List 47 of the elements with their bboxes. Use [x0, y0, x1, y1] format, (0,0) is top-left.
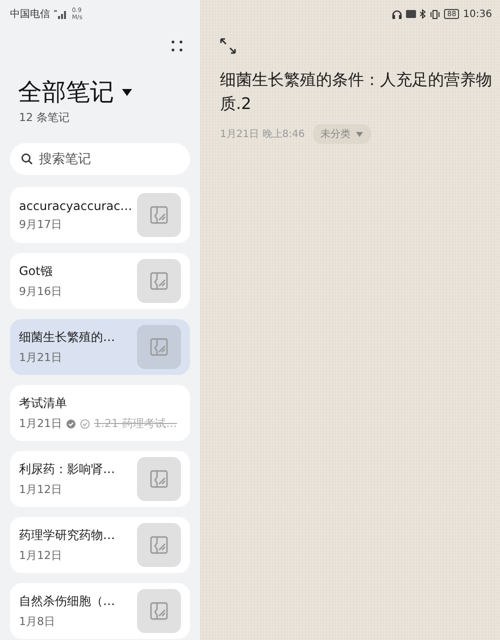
- hd-icon: [406, 10, 416, 18]
- search-icon: [21, 153, 33, 165]
- note-card[interactable]: 药理学研究药物… 1月12日: [10, 517, 190, 573]
- note-card[interactable]: accuracyaccurac… 9月17日: [10, 187, 190, 243]
- note-date: 1月12日: [19, 482, 62, 497]
- note-title: 考试清单: [19, 395, 68, 412]
- clock-time: 10:36: [463, 8, 492, 20]
- check-circle-icon: [80, 418, 90, 428]
- note-card[interactable]: 考试清单 1月21日 1.21 药理考试…: [10, 385, 190, 441]
- dropdown-caret-icon[interactable]: [122, 88, 132, 96]
- note-count: 12 条笔记: [18, 110, 70, 125]
- note-title: accuracyaccurac…: [19, 198, 134, 212]
- bluetooth-icon: [420, 9, 426, 19]
- note-card[interactable]: 细菌生长繁殖的… 1月21日: [10, 319, 190, 375]
- vibrate-icon: [430, 10, 440, 18]
- image-placeholder-icon: [149, 601, 169, 621]
- carrier-name: 中国电信: [10, 8, 50, 21]
- note-title: Got镪: [19, 263, 54, 280]
- headphones-icon: [392, 10, 402, 18]
- caret-icon: [356, 132, 363, 136]
- image-placeholder-icon: [149, 469, 169, 489]
- note-timestamp: 1月21日 晚上8:46: [220, 128, 305, 141]
- note-title: 药理学研究药物…: [19, 527, 116, 544]
- expand-icon[interactable]: [220, 38, 236, 54]
- image-placeholder-icon: [149, 535, 169, 555]
- image-placeholder-icon: [149, 205, 169, 225]
- note-card[interactable]: Got镪 9月16日: [10, 253, 190, 309]
- note-date: 9月17日: [19, 216, 62, 232]
- checked-circle-icon: [66, 418, 76, 428]
- signal-icon: [54, 10, 68, 18]
- note-card[interactable]: 利尿药：影响肾… 1月12日: [10, 451, 190, 507]
- note-title: 自然杀伤细胞（…: [19, 593, 116, 610]
- grid-menu-icon[interactable]: [170, 39, 184, 53]
- image-placeholder-icon: [149, 271, 169, 291]
- note-date: 1月12日: [19, 548, 62, 563]
- search-field[interactable]: 搜索笔记: [10, 143, 190, 175]
- notes-title[interactable]: 全部笔记: [18, 76, 114, 108]
- note-card[interactable]: 自然杀伤细胞（… 1月8日: [10, 583, 190, 639]
- note-title: 细菌生长繁殖的…: [19, 329, 116, 346]
- checklist-preview: 1.21 药理考试…: [94, 416, 177, 431]
- note-date: 1月8日: [19, 614, 55, 629]
- note-date: 1月21日: [19, 350, 62, 365]
- note-date: 1月21日: [19, 416, 62, 431]
- note-date: 9月16日: [19, 284, 62, 299]
- image-placeholder-icon: [149, 337, 169, 357]
- note-title: 利尿药：影响肾…: [19, 461, 116, 478]
- note-heading: 细菌生长繁殖的条件：人充足的营养物质.2: [220, 69, 492, 115]
